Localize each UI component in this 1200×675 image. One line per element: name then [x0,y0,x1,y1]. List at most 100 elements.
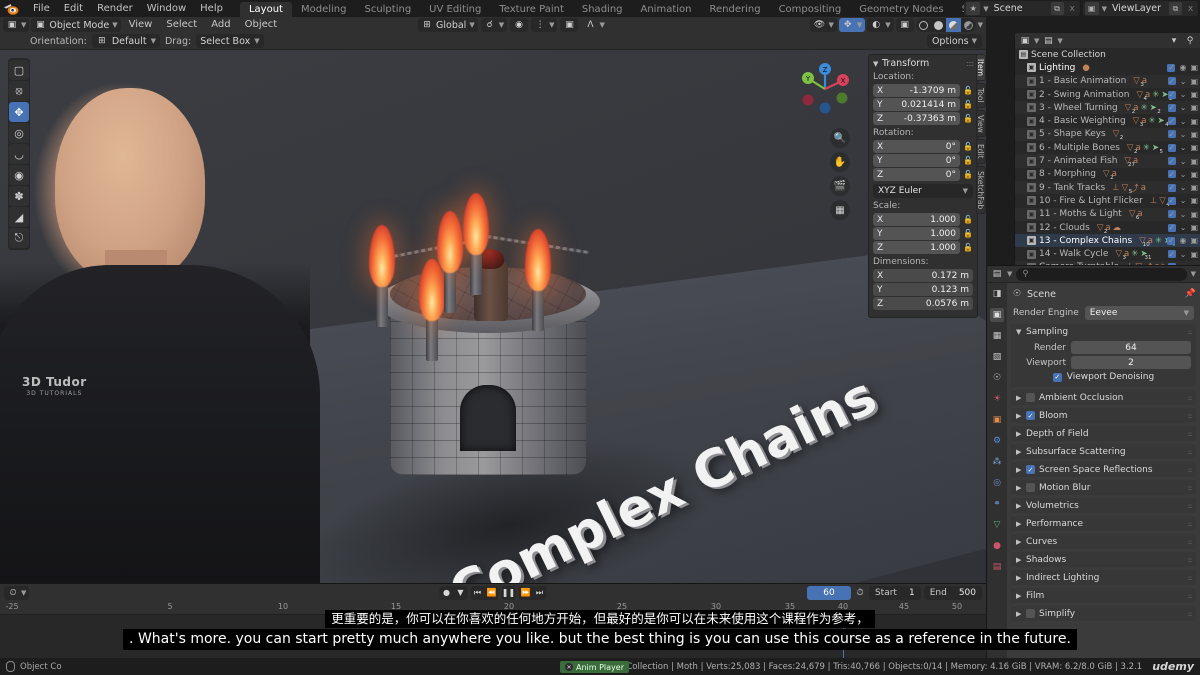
menu-render[interactable]: Render [90,0,140,17]
sampling-render-value[interactable]: 64 [1071,341,1191,354]
section-checkbox[interactable] [1026,483,1035,492]
blender-logo-icon[interactable] [4,2,20,16]
chevron-down-icon[interactable]: ⌄ [1180,90,1187,99]
camera-icon[interactable]: ▣ [1190,170,1198,179]
chevron-down-icon[interactable]: ⌄ [1180,117,1187,126]
location-x-field[interactable]: X -1.3709 m [873,84,960,97]
viewport-denoising-row[interactable]: ✓ Viewport Denoising [1016,372,1191,382]
chevron-down-icon[interactable]: ⌄ [1180,103,1187,112]
chevron-down-icon[interactable]: ▼ [1034,37,1039,45]
viewport-menu-add[interactable]: Add [205,17,236,33]
viewport-denoising-checkbox[interactable]: ✓ [1052,372,1062,382]
section-header[interactable]: ▶ Shadows:::: [1011,552,1196,567]
n-tab-item[interactable]: Item [976,54,986,82]
3d-viewport[interactable]: Complex Chains 3D Tudor 3D TUTORIALS ▢ ⦻… [0,50,986,583]
checkbox-enable[interactable]: ✓ [1167,103,1176,112]
scale-z-field[interactable]: Z 1.000 [873,241,960,254]
section-header[interactable]: ▶ Subsurface Scattering:::: [1011,444,1196,459]
object-mode-dropdown[interactable]: ▣ Object Mode ▼ [31,18,121,32]
outliner-item-lighting[interactable]: ▣ Lighting ● ✓ ◉ ▣ [1015,61,1200,74]
rotate-tool[interactable]: ◎ [9,123,29,143]
tab-geometry-nodes[interactable]: Geometry Nodes [850,2,952,17]
checkbox-enable[interactable]: ✓ [1167,143,1176,152]
tweak-select-tool[interactable]: ▢ [9,60,29,80]
viewport-options-dropdown[interactable]: Options ▼ [926,34,982,48]
chevron-down-icon[interactable]: ▼ [1007,270,1012,278]
unlocked-icon[interactable]: 🔓 [963,229,973,238]
menu-help[interactable]: Help [193,0,230,17]
unlocked-icon[interactable]: 🔓 [963,170,973,179]
data-tab[interactable]: ▽ [990,518,1004,532]
sampling-viewport-value[interactable]: 2 [1071,356,1191,369]
filter-icon[interactable]: ▾ [1168,35,1180,47]
camera-icon[interactable]: ▣ [1190,157,1198,166]
checkbox-enable[interactable]: ✓ [1167,77,1176,86]
properties-section-curves[interactable]: ▶ Curves:::: [1011,534,1196,549]
outliner-item-1-basic-animation[interactable]: ▣ 1 - Basic Animation ▽ 3 a ✓ ⌄ ▣ [1015,74,1200,88]
editor-type-icon[interactable]: ▣ ▼ [3,18,30,32]
camera-icon[interactable]: ▣ [1190,117,1198,126]
camera-icon[interactable]: ▣ [1190,103,1198,112]
menu-edit[interactable]: Edit [57,0,90,17]
section-header[interactable]: ▶ Curves:::: [1011,534,1196,549]
tab-layout[interactable]: Layout [239,2,292,17]
camera-view-icon[interactable]: 🎬 [830,176,850,196]
zoom-icon[interactable]: 🔍 [830,128,850,148]
shading-material-preview-button[interactable] [945,18,961,32]
tab-rendering[interactable]: Rendering [700,2,769,17]
unlocked-icon[interactable]: 🔓 [963,114,973,123]
properties-section-performance[interactable]: ▶ Performance:::: [1011,516,1196,531]
outliner-item-12-clouds[interactable]: ▣ 12 - Clouds ▽ 2 a ☁ ✓ ⌄ ▣ [1015,221,1200,235]
rotation-x-field[interactable]: X 0° [873,140,960,153]
search-icon[interactable]: ⚲ [1184,35,1196,47]
outliner-item-5-shape-keys[interactable]: ▣ 5 - Shape Keys ▽ 2 ✓ ⌄ ▣ [1015,127,1200,141]
tab-texture-paint[interactable]: Texture Paint [490,2,573,17]
jump-end-button[interactable]: ⏭ [533,586,547,600]
checkbox-enable[interactable]: ✓ [1167,210,1176,219]
camera-icon[interactable]: ▣ [1190,63,1198,72]
tab-sculpting[interactable]: Sculpting [355,2,420,17]
location-y-field[interactable]: Y 0.021414 m [873,98,960,111]
section-header[interactable]: ▶ Depth of Field:::: [1011,426,1196,441]
physics-tab[interactable]: ◎ [990,476,1004,490]
chevron-down-icon[interactable]: ⌄ [1180,170,1187,179]
jump-start-button[interactable]: ⏮ [471,586,485,600]
camera-icon[interactable]: ▣ [1190,236,1198,245]
section-header[interactable]: ▶ Motion Blur:::: [1011,480,1196,495]
location-z-field[interactable]: Z -0.37363 m [873,112,960,125]
toggle-ortho-icon[interactable]: ▦ [830,200,850,220]
render-engine-dropdown[interactable]: Eevee ▼ [1084,306,1194,320]
scale-y-field[interactable]: Y 1.000 [873,227,960,240]
properties-section-ambient-occlusion[interactable]: ▶ Ambient Occlusion:::: [1011,390,1196,405]
unlocked-icon[interactable]: 🔓 [963,86,973,95]
unlocked-icon[interactable]: 🔓 [963,142,973,151]
drag-setting-dropdown[interactable]: Select Box ▼ [196,34,264,48]
scene-tab[interactable]: ☉ [990,371,1004,385]
current-frame-field[interactable]: 60 [806,585,851,600]
outliner-item-14-walk-cycle[interactable]: ▣ 14 - Walk Cycle ▽ 3 a ✳ ➤ 31 ✓ ⌄ ▣ [1015,247,1200,261]
chevron-down-icon[interactable]: ⌄ [1180,250,1187,259]
checkbox-enable[interactable]: ✓ [1167,236,1176,245]
scale-tool[interactable]: ◡ [9,144,29,164]
constraints-tab[interactable]: ⚭ [990,497,1004,511]
start-frame-field[interactable]: Start 1 [868,585,921,600]
timeline-editor-type[interactable]: ⏲ ▼ [4,585,30,600]
texture-tab[interactable]: ▤ [990,560,1004,574]
properties-section-depth-of-field[interactable]: ▶ Depth of Field:::: [1011,426,1196,441]
viewlayer-selector[interactable]: ▣ ▼ ViewLayer ⧉ x [1082,1,1198,16]
outliner-display-mode-icon[interactable]: ▤ [1042,35,1054,47]
rotation-y-field[interactable]: Y 0° [873,154,960,167]
outliner-item-8-morphing[interactable]: ▣ 8 - Morphing ▽ 2 a ✓ ⌄ ▣ [1015,168,1200,181]
material-tab[interactable]: ● [990,539,1004,553]
section-header[interactable]: ▶ Ambient Occlusion:::: [1011,390,1196,405]
section-header[interactable]: ▶ ✓ Bloom:::: [1011,408,1196,423]
chevron-down-icon[interactable]: ⌄ [1180,183,1187,192]
checkbox-enable[interactable]: ✓ [1167,117,1176,126]
properties-section-screen-space-reflections[interactable]: ▶ ✓ Screen Space Reflections:::: [1011,462,1196,477]
render-tab[interactable]: ▣ [990,308,1004,322]
menu-file[interactable]: File [26,0,57,17]
camera-icon[interactable]: ▣ [1190,183,1198,192]
gizmo-toggle-button[interactable]: ✥ ▼ [838,18,866,32]
chevron-down-icon[interactable]: ▼ [978,21,983,29]
end-frame-field[interactable]: End 500 [923,585,982,600]
